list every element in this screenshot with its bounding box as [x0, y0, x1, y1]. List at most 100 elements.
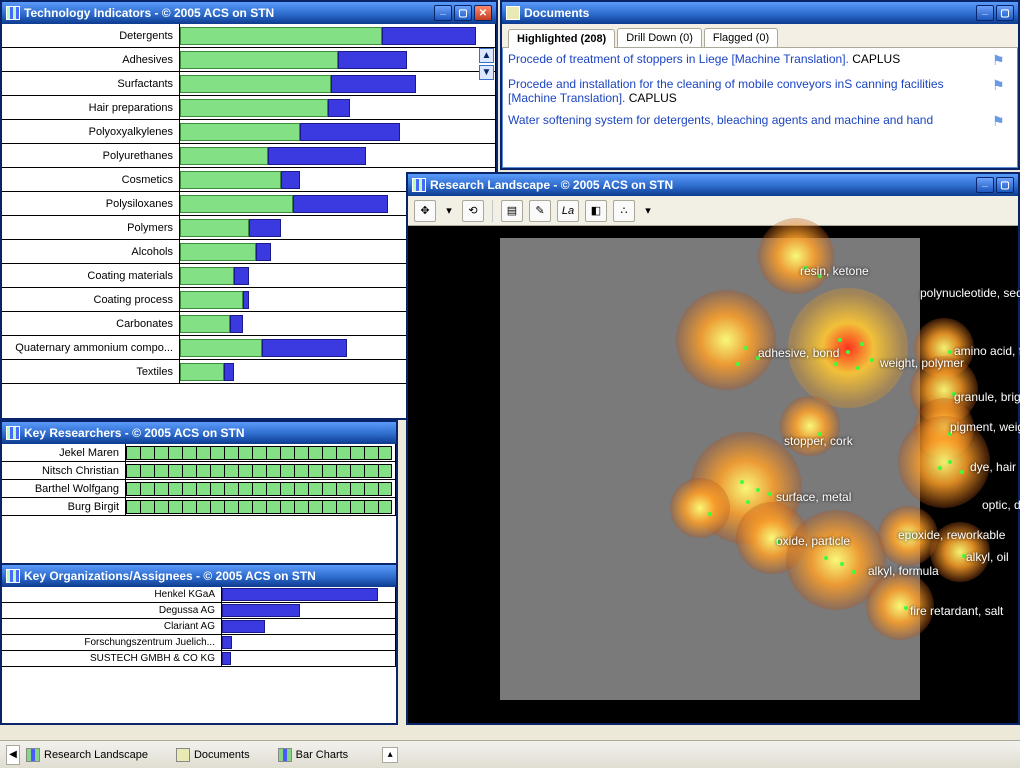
titlebar[interactable]: Key Organizations/Assignees - © 2005 ACS… — [2, 565, 396, 587]
minimize-button[interactable] — [976, 5, 994, 21]
titlebar[interactable]: Technology Indicators - © 2005 ACS on ST… — [2, 2, 496, 24]
bar-segment-green — [126, 482, 392, 496]
folder-icon — [506, 6, 520, 20]
tab[interactable]: Flagged (0) — [704, 28, 778, 47]
data-point — [938, 466, 942, 470]
document-title[interactable]: Procede and installation for the cleanin… — [508, 77, 992, 105]
taskbar-item[interactable]: Bar Charts — [278, 748, 349, 762]
heat-cluster — [676, 290, 776, 390]
cluster-label[interactable]: stopper, cork — [784, 434, 853, 448]
bar-segment-green — [180, 315, 230, 333]
heat-cluster — [690, 432, 802, 544]
cluster-label[interactable]: polynucleotide, sequence — [920, 286, 1020, 300]
maximize-button[interactable] — [996, 5, 1014, 21]
barchart-icon — [6, 426, 20, 440]
data-point — [746, 500, 750, 504]
minimize-button[interactable] — [976, 177, 994, 193]
bar-segment-green — [180, 363, 224, 381]
layers-button[interactable]: ▤ — [501, 200, 523, 222]
data-point — [948, 350, 952, 354]
collapse-button[interactable]: ▴ — [382, 747, 398, 763]
minimize-button[interactable] — [434, 5, 452, 21]
document-item[interactable]: Water softening system for detergents, b… — [508, 113, 1012, 130]
landscape-inner[interactable]: resin, ketonepolynucleotide, sequenceadh… — [500, 238, 920, 700]
landscape-canvas[interactable]: resin, ketone polynucleotide, sequence adh… — [408, 226, 1018, 723]
folder-icon — [176, 748, 190, 762]
cluster-label[interactable]: amino acid, ferment — [954, 344, 1020, 358]
bar-track — [126, 444, 396, 461]
taskbar-item[interactable]: Research Landscape — [26, 748, 148, 762]
bar-segment-blue — [222, 620, 265, 633]
cluster-label[interactable]: surface, metal — [776, 490, 851, 504]
cluster-label[interactable]: resin, ketone — [800, 264, 869, 278]
cluster-label[interactable]: epoxide, reworkable — [898, 528, 1005, 542]
barchart-icon — [6, 569, 20, 583]
cluster-label[interactable]: dye, hair — [970, 460, 1016, 474]
tab[interactable]: Highlighted (208) — [508, 29, 615, 48]
scroll-left-button[interactable]: ◀ — [6, 745, 20, 765]
label-button[interactable]: La — [557, 200, 579, 222]
area-button[interactable]: ◧ — [585, 200, 607, 222]
bar-segment-blue — [256, 243, 272, 261]
bar-segment-blue — [293, 195, 388, 213]
maximize-button[interactable] — [454, 5, 472, 21]
scatter-button[interactable]: ∴ — [613, 200, 635, 222]
document-title[interactable]: Procede of treatment of stoppers in Lieg… — [508, 52, 992, 69]
bar-icon — [278, 748, 292, 762]
taskbar-label: Documents — [194, 749, 250, 761]
titlebar[interactable]: Research Landscape - © 2005 ACS on STN — [408, 174, 1018, 196]
bar-row: Clariant AG — [2, 619, 396, 635]
bar-segment-blue — [281, 171, 300, 189]
cluster-label[interactable]: alkyl, formula — [868, 564, 939, 578]
bar-segment-green — [180, 243, 256, 261]
data-point — [870, 358, 874, 362]
cluster-label[interactable]: alkyl, oil — [966, 550, 1009, 564]
bar-track — [222, 651, 396, 666]
titlebar[interactable]: Key Researchers - © 2005 ACS on STN — [2, 422, 396, 444]
bar-label: Degussa AG — [2, 603, 222, 618]
bar-segment-green — [180, 123, 300, 141]
cluster-label[interactable]: weight, polymer — [880, 356, 964, 370]
close-button[interactable] — [474, 5, 492, 21]
flag-icon[interactable]: ⚑ — [992, 52, 1012, 69]
document-item[interactable]: Procede of treatment of stoppers in Lieg… — [508, 52, 1012, 69]
cluster-label[interactable]: oxide, particle — [776, 534, 850, 548]
bar-label: Textiles — [2, 360, 180, 383]
cluster-label[interactable]: adhesive, bond — [758, 346, 839, 360]
bar-row: SUSTECH GMBH & CO KG — [2, 651, 396, 667]
data-point — [840, 562, 844, 566]
bar-label: Forschungszentrum Juelich... — [2, 635, 222, 650]
cluster-label[interactable]: fire retardant, salt — [910, 604, 1003, 618]
maximize-button[interactable] — [996, 177, 1014, 193]
data-point — [736, 362, 740, 366]
bar-track — [126, 498, 396, 515]
document-item[interactable]: Procede and installation for the cleanin… — [508, 77, 1012, 105]
bar-segment-green — [180, 171, 281, 189]
data-point — [852, 570, 856, 574]
data-point — [744, 346, 748, 350]
dropdown-icon[interactable]: ▾ — [442, 200, 456, 222]
bar-row: Nitsch Christian — [2, 462, 396, 480]
refresh-button[interactable]: ⟲ — [462, 200, 484, 222]
bar-track — [180, 144, 496, 167]
cluster-label[interactable]: optic, dye — [982, 498, 1020, 512]
taskbar-item[interactable]: Documents — [176, 748, 250, 762]
bar-label: Coating process — [2, 288, 180, 311]
bar-segment-green — [180, 51, 338, 69]
bar-label: Clariant AG — [2, 619, 222, 634]
flag-icon[interactable]: ⚑ — [992, 113, 1012, 130]
dropdown-icon[interactable]: ▾ — [641, 200, 655, 222]
bar-label: Hair preparations — [2, 96, 180, 119]
toolbar: ✥ ▾ ⟲ ▤ ✎ La ◧ ∴ ▾ — [408, 196, 1018, 226]
tab[interactable]: Drill Down (0) — [617, 28, 702, 47]
task-strip: ◀ Research LandscapeDocumentsBar Charts … — [0, 740, 1020, 768]
document-title[interactable]: Water softening system for detergents, b… — [508, 113, 992, 130]
cluster-label[interactable]: granule, brightener — [954, 390, 1020, 404]
bar-label: Surfactants — [2, 72, 180, 95]
pointer-tool-button[interactable]: ✥ — [414, 200, 436, 222]
titlebar[interactable]: Documents — [502, 2, 1018, 24]
flag-icon[interactable]: ⚑ — [992, 77, 1012, 105]
cluster-label[interactable]: pigment, weight — [950, 420, 1020, 434]
highlight-button[interactable]: ✎ — [529, 200, 551, 222]
window-title: Technology Indicators - © 2005 ACS on ST… — [24, 6, 434, 20]
